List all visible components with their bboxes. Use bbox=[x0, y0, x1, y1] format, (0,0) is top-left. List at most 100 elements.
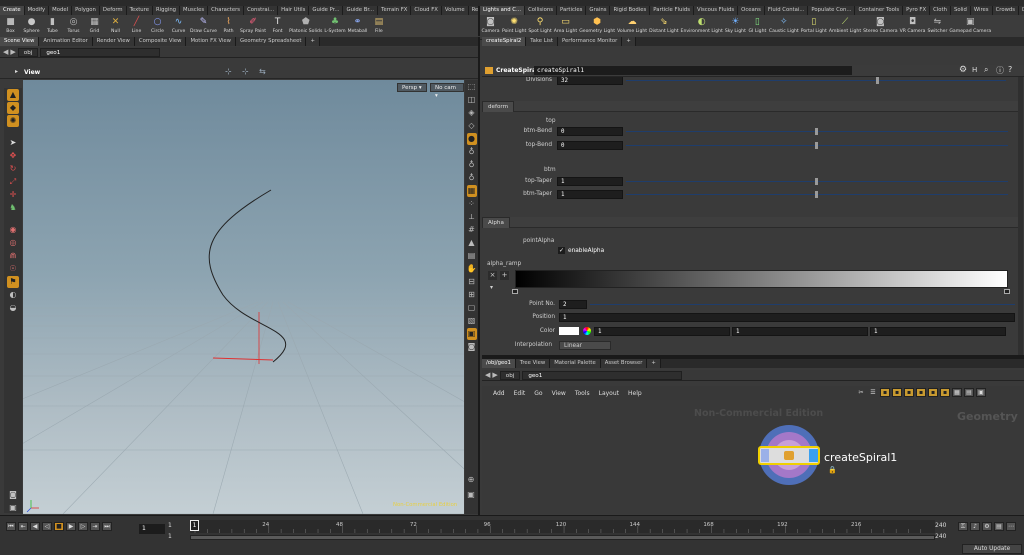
network-menu-tools[interactable]: Tools bbox=[575, 390, 590, 397]
shelf-tab[interactable]: Collisions bbox=[525, 6, 558, 15]
pane-tab[interactable]: Motion FX View bbox=[186, 37, 237, 46]
shelf-tab[interactable]: Modify bbox=[24, 6, 50, 15]
render-icon[interactable]: ◙ bbox=[467, 341, 477, 353]
go-end-icon[interactable]: ⏭ bbox=[102, 522, 112, 531]
points-icon[interactable]: ⁘ bbox=[467, 198, 477, 210]
range-start-2[interactable]: 1 bbox=[168, 533, 172, 540]
hand-icon[interactable]: ✋ bbox=[467, 263, 477, 275]
shelf-tab[interactable]: Volume bbox=[441, 6, 469, 15]
add-pane-tab-icon[interactable]: + bbox=[647, 359, 661, 368]
shelf-tab[interactable]: Muscles bbox=[180, 6, 209, 15]
timeline-track[interactable]: 24 48 72 96 120 144 168 192 216 1 bbox=[190, 520, 935, 533]
top-taper-slider[interactable] bbox=[626, 177, 1008, 186]
net-tool-c-icon[interactable]: ▪ bbox=[904, 388, 914, 397]
shelf-tab[interactable]: Redshift bbox=[468, 6, 478, 15]
bulb3-icon[interactable]: ♁ bbox=[467, 172, 477, 184]
network-menu-go[interactable]: Go bbox=[534, 390, 542, 397]
ramp-add-button[interactable]: + bbox=[500, 271, 509, 280]
current-frame-marker[interactable]: 1 bbox=[190, 520, 199, 531]
shelf-tab[interactable]: Particles bbox=[557, 6, 587, 15]
viewport[interactable]: Persp ▾ No cam ▾ Non-Commercial Edition bbox=[23, 80, 464, 514]
range-end-2[interactable]: 240 bbox=[935, 533, 946, 540]
more-icon[interactable]: ⋯ bbox=[1006, 522, 1016, 531]
texture-icon[interactable]: ▧ bbox=[467, 315, 477, 327]
flipbook-icon[interactable]: ▣ bbox=[466, 328, 477, 340]
snap-toggle-icon[interactable]: ⚑ bbox=[7, 276, 19, 288]
rotate-icon[interactable]: ↻ bbox=[7, 163, 19, 175]
magnet-icon[interactable]: ⋒ bbox=[7, 250, 19, 262]
audio-icon[interactable]: ♪ bbox=[970, 522, 980, 531]
cam-dropdown[interactable]: No cam ▾ bbox=[430, 83, 464, 99]
select-mode-icon[interactable]: ▲ bbox=[7, 89, 19, 101]
top-taper-field[interactable]: 1 bbox=[557, 176, 623, 186]
handle-icon[interactable]: ⊹ bbox=[242, 67, 249, 76]
network-canvas[interactable]: Non-Commercial Edition Geometry createSp… bbox=[482, 400, 1024, 514]
pane-divider-vertical[interactable] bbox=[478, 37, 480, 515]
pane-tab[interactable]: Render View bbox=[92, 37, 135, 46]
btm-bend-slider[interactable] bbox=[626, 127, 1008, 136]
shelf-tab[interactable]: Particle Fluids bbox=[650, 6, 694, 15]
net-path-geo1[interactable]: geo1 bbox=[522, 370, 683, 380]
shelf-divider[interactable] bbox=[478, 6, 480, 36]
select-arrow-icon[interactable]: ➤ bbox=[7, 137, 19, 149]
network-menu-help[interactable]: Help bbox=[628, 390, 642, 397]
range-slider[interactable] bbox=[190, 535, 935, 540]
color-wheel-icon[interactable] bbox=[583, 327, 591, 335]
shelf-tab[interactable]: Terrain FX bbox=[378, 6, 412, 15]
pane-tab[interactable]: Geometry Spreadsheet bbox=[236, 37, 307, 46]
pane-tab[interactable]: Material Palette bbox=[550, 359, 601, 368]
enable-alpha-checkbox[interactable]: ✓ bbox=[558, 247, 565, 254]
channel-icon[interactable]: ▤ bbox=[994, 522, 1004, 531]
camera-lock-icon[interactable]: ⊕ bbox=[466, 474, 476, 486]
display-icon[interactable]: ▣ bbox=[7, 502, 19, 514]
node-body[interactable] bbox=[758, 446, 820, 465]
view-tool-icon[interactable]: ◉ bbox=[7, 224, 19, 236]
play-reverse-icon[interactable]: ◁ bbox=[42, 522, 52, 531]
back-icon[interactable]: ◀ bbox=[3, 48, 8, 56]
pane-tab[interactable]: Animation Editor bbox=[39, 37, 93, 46]
btm-taper-slider[interactable] bbox=[626, 190, 1008, 199]
safe-area-icon[interactable]: ▣ bbox=[466, 489, 476, 501]
step-back-icon[interactable]: ◀ bbox=[30, 522, 40, 531]
paint-icon[interactable]: ☉ bbox=[7, 263, 19, 275]
node-name-field[interactable]: createSpiral1 bbox=[534, 66, 852, 75]
pane-tab[interactable]: Take List bbox=[526, 37, 558, 46]
net-tool-f-icon[interactable]: ▪ bbox=[940, 388, 950, 397]
shelf-tab[interactable]: Wires bbox=[970, 6, 993, 15]
net-tool-d-icon[interactable]: ▪ bbox=[916, 388, 926, 397]
pane-tab[interactable]: /obj/geo1 bbox=[482, 359, 516, 368]
vertex-icon[interactable]: ⊞ bbox=[467, 289, 477, 301]
network-menu-layout[interactable]: Layout bbox=[599, 390, 619, 397]
info-icon[interactable]: ⓘ bbox=[996, 65, 1004, 76]
gear-icon[interactable]: ⚙ bbox=[959, 65, 967, 75]
top-bend-field[interactable]: 0 bbox=[557, 140, 623, 150]
shelf-tab[interactable]: Populate Con... bbox=[808, 6, 856, 15]
color-r-field[interactable]: 1 bbox=[594, 326, 730, 336]
net-forward-icon[interactable]: ▶ bbox=[492, 371, 497, 379]
shelf-tab[interactable]: Create bbox=[0, 6, 25, 15]
shading-icon[interactable]: ◈ bbox=[467, 107, 477, 119]
help-icon[interactable]: H bbox=[972, 66, 977, 74]
ramp-key-end[interactable] bbox=[1004, 289, 1010, 294]
btm-bend-field[interactable]: 0 bbox=[557, 126, 623, 136]
pane-tab[interactable]: Scene View bbox=[0, 37, 40, 46]
shelf-tab[interactable]: Rigid Bodies bbox=[610, 6, 651, 15]
shelf-tab[interactable]: Texture bbox=[126, 6, 153, 15]
shelf-tab[interactable]: Characters bbox=[208, 6, 245, 15]
numbers-icon[interactable]: # bbox=[467, 224, 477, 236]
ghost-icon[interactable]: ◫ bbox=[467, 94, 477, 106]
ramp-key-start[interactable] bbox=[512, 289, 518, 294]
pane-tab[interactable]: Composite View bbox=[134, 37, 187, 46]
prim-icon[interactable]: ▲ bbox=[467, 237, 477, 249]
render-region-icon[interactable]: ◎ bbox=[7, 237, 19, 249]
pane-tab[interactable]: Tree View bbox=[515, 359, 551, 368]
lasso-icon[interactable]: ◆ bbox=[7, 102, 19, 114]
shelf-tab[interactable]: Cloth bbox=[930, 6, 951, 15]
divisions-field[interactable]: 32 bbox=[557, 77, 623, 85]
shelf-tab[interactable]: Solid bbox=[950, 6, 971, 15]
pane-tab[interactable]: Asset Browser bbox=[600, 359, 648, 368]
shelf-tab[interactable]: Model bbox=[49, 6, 73, 15]
btm-taper-field[interactable]: 1 bbox=[557, 189, 623, 199]
position-field[interactable]: 1 bbox=[559, 312, 1015, 322]
ramp-menu-icon[interactable]: ▾ bbox=[490, 284, 493, 291]
